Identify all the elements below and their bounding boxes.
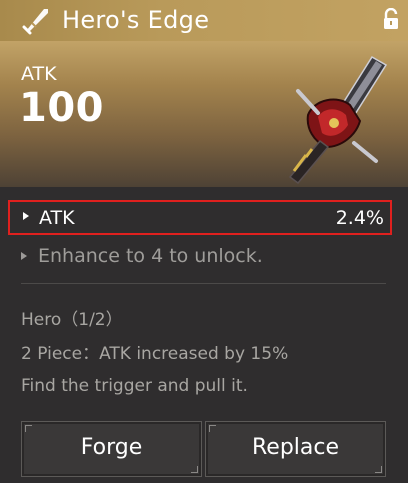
sword-slash-icon (22, 9, 48, 35)
bullet-icon (23, 212, 29, 220)
locked-sub-stat-text: Enhance to 4 to unlock. (38, 245, 263, 267)
section-divider (21, 283, 386, 284)
sub-stat-name: ATK (39, 207, 75, 229)
forge-button[interactable]: Forge (21, 421, 202, 477)
item-header: Hero's Edge (0, 0, 408, 41)
bullet-icon (21, 252, 27, 260)
item-detail-card: Hero's Edge ATK 100 ATK 2.4% Enhance to … (0, 0, 408, 483)
item-title: Hero's Edge (62, 6, 210, 34)
sub-stat-value: 2.4% (335, 207, 384, 229)
forge-button-label: Forge (80, 435, 143, 460)
sub-stat-row-highlighted[interactable]: ATK 2.4% (8, 200, 392, 235)
replace-button[interactable]: Replace (205, 421, 386, 477)
main-stat-label: ATK (21, 63, 57, 85)
unlocked-padlock-icon[interactable] (382, 8, 400, 30)
flavor-text: Find the trigger and pull it. (21, 376, 248, 396)
set-bonus: 2 Piece：ATK increased by 15% (21, 344, 289, 364)
main-stat-value: 100 (19, 85, 104, 131)
item-hero-panel: ATK 100 (0, 41, 408, 187)
weapon-illustration (288, 55, 388, 185)
set-name: Hero（1/2） (21, 310, 123, 330)
replace-button-label: Replace (251, 435, 340, 460)
